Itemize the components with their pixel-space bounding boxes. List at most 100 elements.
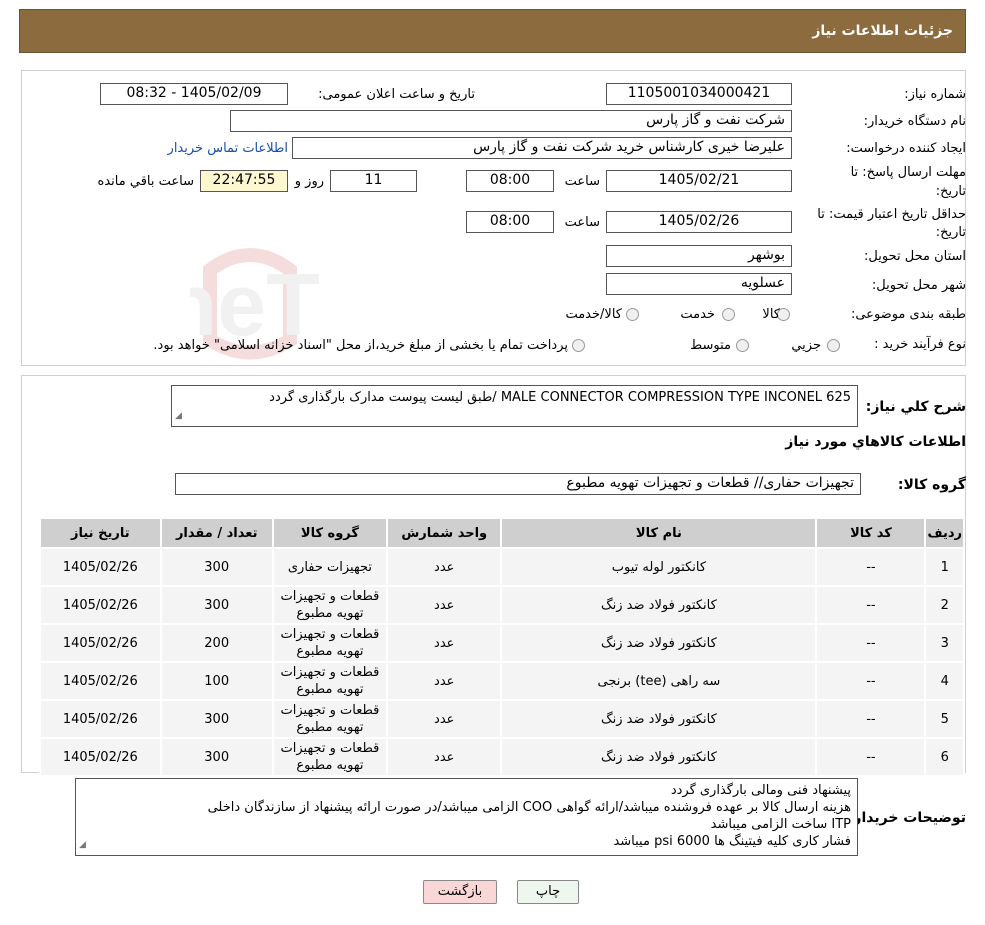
cell-date: 1405/02/26 xyxy=(39,547,162,587)
cell-unit: عدد xyxy=(386,737,503,777)
deadline-date-field: 1405/02/21 xyxy=(606,170,792,192)
cell-unit: عدد xyxy=(386,585,503,625)
province-field: بوشهر xyxy=(606,245,792,267)
cell-qty: 100 xyxy=(159,661,274,701)
creator-label: ایجاد کننده درخواست: xyxy=(846,141,966,156)
cell-group: قطعات و تجهیزات تهویه مطبوع xyxy=(271,623,389,663)
cell-qty: 300 xyxy=(159,699,274,739)
category-option-goods: کالا xyxy=(762,307,780,322)
buyer-note-line: فشار کاری کلیه فیتینگ ها psi 6000 میباشد xyxy=(613,834,851,849)
process-radio-minor[interactable] xyxy=(827,339,840,352)
buyer-org-field: شرکت نفت و گاز پارس xyxy=(230,110,792,132)
table-row: 1 -- کانکتور لوله تیوب عدد تجهیزات حفاری… xyxy=(39,547,965,587)
cell-qty: 300 xyxy=(159,585,274,625)
creator-field: علیرضا خیری کارشناس خرید شرکت نفت و گاز … xyxy=(292,137,792,159)
cell-row: 5 xyxy=(924,699,965,739)
deadline-time-field: 08:00 xyxy=(466,170,554,192)
buyer-note-line: ITP ساخت الزامی میباشد xyxy=(710,817,851,832)
col-header-group: گروه کالا xyxy=(271,517,389,549)
process-option-minor: جزیي xyxy=(791,338,821,353)
need-number-label: شماره نیاز: xyxy=(904,87,966,102)
table-row: 2 -- کانکتور فولاد ضد زنگ عدد قطعات و تج… xyxy=(39,585,965,625)
cell-date: 1405/02/26 xyxy=(39,737,162,777)
page-title-bar: جزئیات اطلاعات نیاز xyxy=(19,9,966,53)
cell-name: کانکتور فولاد ضد زنگ xyxy=(500,737,818,777)
buyer-note-line: پیشنهاد فنی ومالی بارگذاری گردد xyxy=(670,783,851,798)
cell-unit: عدد xyxy=(386,661,503,701)
process-radio-medium[interactable] xyxy=(736,339,749,352)
cell-qty: 300 xyxy=(159,547,274,587)
days-remaining-field: 11 xyxy=(330,170,417,192)
validity-label: حداقل تاریخ اعتبار قیمت: تا xyxy=(817,207,966,222)
deadline-label-date: تاریخ: xyxy=(935,184,966,199)
cell-qty: 200 xyxy=(159,623,274,663)
table-row: 4 -- سه راهی (tee) برنجی عدد قطعات و تجه… xyxy=(39,661,965,701)
category-radio-goods-service[interactable] xyxy=(626,308,639,321)
col-header-qty: تعداد / مقدار xyxy=(159,517,274,549)
table-row: 6 -- کانکتور فولاد ضد زنگ عدد قطعات و تج… xyxy=(39,737,965,777)
cell-date: 1405/02/26 xyxy=(39,699,162,739)
category-option-goods-service: کالا/خدمت xyxy=(565,307,622,322)
deadline-time-label: ساعت xyxy=(564,174,600,189)
goods-group-label: گروه کالا: xyxy=(897,477,966,493)
city-label: شهر محل تحویل: xyxy=(871,278,966,293)
cell-row: 4 xyxy=(924,661,965,701)
summary-text: MALE CONNECTOR COMPRESSION TYPE INCONEL … xyxy=(269,390,851,405)
cell-date: 1405/02/26 xyxy=(39,585,162,625)
cell-group: قطعات و تجهیزات تهویه مطبوع xyxy=(271,661,389,701)
back-button[interactable]: بازگشت xyxy=(423,880,497,904)
col-header-row: رديف xyxy=(924,517,965,549)
cell-unit: عدد xyxy=(386,699,503,739)
cell-code: -- xyxy=(815,661,927,701)
col-header-unit: واحد شمارش xyxy=(386,517,503,549)
cell-code: -- xyxy=(815,547,927,587)
validity-time-field: 08:00 xyxy=(466,211,554,233)
cell-code: -- xyxy=(815,585,927,625)
days-label: روز و xyxy=(294,174,324,189)
resize-grip-icon[interactable]: ◢ xyxy=(79,837,86,854)
cell-unit: عدد xyxy=(386,623,503,663)
cell-row: 1 xyxy=(924,547,965,587)
cell-code: -- xyxy=(815,737,927,777)
time-remaining-label: ساعت باقي مانده xyxy=(97,174,194,189)
cell-row: 2 xyxy=(924,585,965,625)
process-option-medium: متوسط xyxy=(690,338,731,353)
process-checkbox-treasury[interactable] xyxy=(572,339,585,352)
buyer-contact-link[interactable]: اطلاعات تماس خریدار xyxy=(168,141,288,156)
cell-row: 6 xyxy=(924,737,965,777)
cell-date: 1405/02/26 xyxy=(39,661,162,701)
buyer-org-label: نام دستگاه خریدار: xyxy=(863,114,966,129)
col-header-name: نام کالا xyxy=(500,517,818,549)
cell-name: کانکتور فولاد ضد زنگ xyxy=(500,699,818,739)
cell-group: قطعات و تجهیزات تهویه مطبوع xyxy=(271,699,389,739)
deadline-label: مهلت ارسال پاسخ: تا xyxy=(850,165,966,180)
cell-name: سه راهی (tee) برنجی xyxy=(500,661,818,701)
buyer-notes-textarea[interactable]: پیشنهاد فنی ومالی بارگذاری گردد هزینه ار… xyxy=(75,778,858,856)
cell-group: قطعات و تجهیزات تهویه مطبوع xyxy=(271,737,389,777)
summary-label: شرح كلي نياز: xyxy=(865,399,966,415)
table-row: 3 -- کانکتور فولاد ضد زنگ عدد قطعات و تج… xyxy=(39,623,965,663)
process-treasury-note: پرداخت تمام یا بخشی از مبلغ خرید،از محل … xyxy=(153,338,568,353)
province-label: استان محل تحویل: xyxy=(864,249,966,264)
cell-group: تجهیزات حفاری xyxy=(271,547,389,587)
col-header-date: تاریخ نیاز xyxy=(39,517,162,549)
buyer-notes-label: توضیحات خریدار: xyxy=(847,810,966,826)
page-title: جزئیات اطلاعات نیاز xyxy=(812,23,953,39)
col-header-code: کد کالا xyxy=(815,517,927,549)
need-number-field: 1105001034000421 xyxy=(606,83,792,105)
category-option-service: خدمت xyxy=(680,307,715,322)
print-button[interactable]: چاپ xyxy=(517,880,579,904)
buyer-note-line: هزینه ارسال کالا بر عهده فروشنده میباشد/… xyxy=(207,800,851,815)
cell-unit: عدد xyxy=(386,547,503,587)
summary-textarea[interactable]: MALE CONNECTOR COMPRESSION TYPE INCONEL … xyxy=(171,385,858,427)
validity-date-field: 1405/02/26 xyxy=(606,211,792,233)
cell-row: 3 xyxy=(924,623,965,663)
table-row: 5 -- کانکتور فولاد ضد زنگ عدد قطعات و تج… xyxy=(39,699,965,739)
cell-date: 1405/02/26 xyxy=(39,623,162,663)
category-radio-service[interactable] xyxy=(722,308,735,321)
cell-code: -- xyxy=(815,699,927,739)
process-label: نوع فرآیند خرید : xyxy=(874,337,966,352)
cell-name: کانکتور فولاد ضد زنگ xyxy=(500,585,818,625)
validity-time-label: ساعت xyxy=(564,215,600,230)
resize-grip-icon[interactable]: ◢ xyxy=(175,408,182,425)
